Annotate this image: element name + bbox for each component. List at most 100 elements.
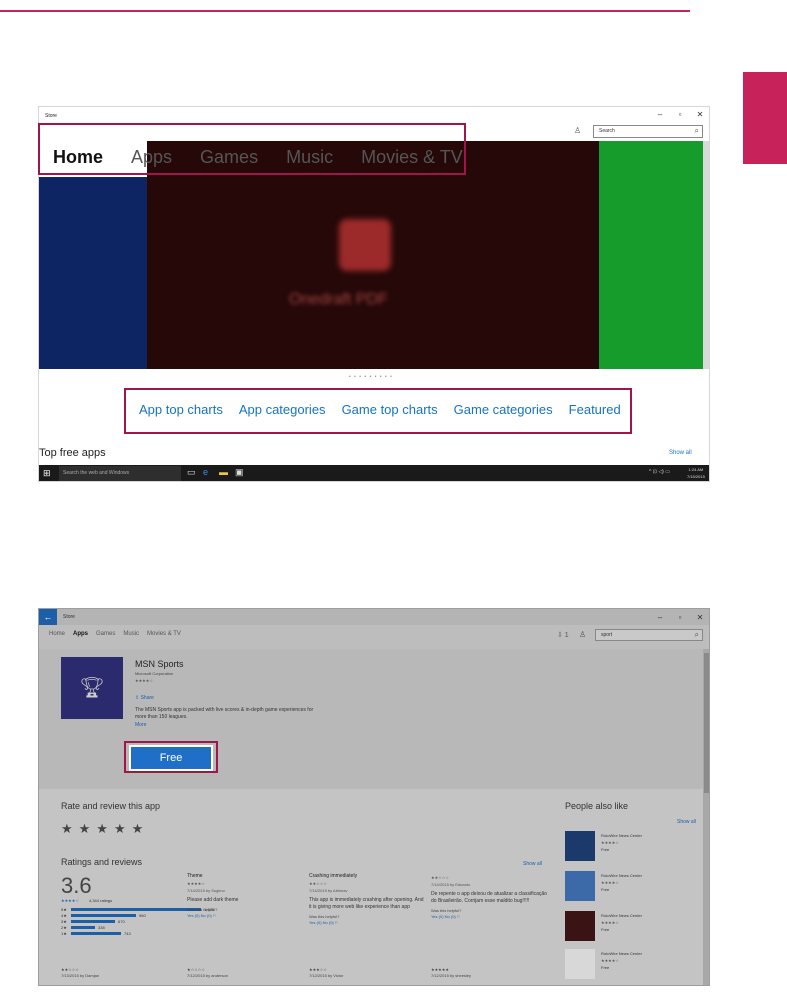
related-app-item[interactable]: RotoWire News Center ★★★★☆ Free — [565, 911, 695, 947]
free-button-highlight-box — [124, 741, 218, 773]
rating-bar-row: 4★ 960 — [61, 913, 146, 918]
store-taskbar-icon[interactable]: ▣ — [235, 467, 244, 478]
review-meta: 7/14/2015 by Sugimo — [187, 888, 225, 893]
search-placeholder: Search — [599, 128, 615, 134]
rating-bar-row: 1★ 743 — [61, 931, 131, 936]
rating-bar — [71, 908, 201, 911]
close-icon[interactable]: ✕ — [693, 613, 707, 622]
titlebar — [39, 609, 709, 625]
rating-bar — [71, 920, 115, 923]
nav-apps[interactable]: Apps — [73, 631, 88, 637]
related-app-price: Free — [601, 965, 610, 970]
related-app-stars: ★★★★☆ — [601, 920, 619, 925]
share-label: Share — [140, 695, 154, 701]
more-link[interactable]: More — [135, 722, 146, 728]
related-app-thumbnail — [565, 831, 595, 861]
back-arrow-icon[interactable]: ← — [39, 609, 57, 625]
account-icon[interactable]: ♙ — [579, 630, 586, 639]
review-meta: 7/12/2015 by sheesley — [431, 973, 472, 978]
review-card: ★★☆☆☆ 7/14/2015 by Eduardo De repente o … — [431, 873, 549, 919]
related-app-item[interactable]: RotoWire News Center ★★★★☆ Free — [565, 949, 695, 985]
rating-bar — [71, 926, 95, 929]
scrollbar-thumb[interactable] — [704, 653, 709, 793]
windows-start-icon[interactable]: ⊞ — [43, 468, 51, 479]
review-card: Theme ★★★★☆ 7/14/2015 by Sugimo Please a… — [187, 873, 305, 918]
show-all-link[interactable]: Show all — [669, 450, 692, 456]
related-app-item[interactable]: RotoWire News Center ★★★★☆ Free — [565, 871, 695, 907]
related-app-stars: ★★★★☆ — [601, 880, 619, 885]
download-icon[interactable]: ⇩ 1 — [557, 631, 569, 639]
carousel-dots[interactable]: • • • • • • • • • — [349, 374, 393, 380]
related-app-thumbnail — [565, 949, 595, 979]
taskbar-search-box[interactable]: Search the web and Windows — [59, 466, 181, 481]
rating-bar-label: 2★ — [61, 925, 67, 930]
nav-highlight-box — [38, 123, 466, 175]
review-body: This app is immediately crashing after o… — [309, 897, 424, 910]
maximize-icon[interactable]: ▫ — [673, 110, 687, 119]
people-also-like-show-all[interactable]: Show all — [677, 819, 696, 825]
review-card-partial: ★★☆☆☆ 7/13/2015 by Damjan — [61, 967, 99, 979]
rating-bar-label: 3★ — [61, 919, 67, 924]
task-view-icon[interactable]: ▭ — [187, 467, 196, 478]
trophy-icon: 🏆︎ — [79, 677, 105, 699]
rating-bar-value: 960 — [139, 913, 146, 918]
hero-left-tile[interactable] — [39, 177, 147, 369]
app-page-screenshot: ← Store – ▫ ✕ Home Apps Games Music Movi… — [38, 608, 710, 986]
related-app-stars: ★★★★☆ — [601, 840, 619, 845]
nav-movies-tv[interactable]: Movies & TV — [147, 631, 181, 637]
related-app-stars: ★★★★☆ — [601, 958, 619, 963]
review-card: Crashing immediately ★★☆☆☆ 7/14/2015 by … — [309, 873, 427, 925]
related-app-price: Free — [601, 887, 610, 892]
review-helpful-prompt: Was this helpful? — [309, 914, 340, 919]
related-app-name: RotoWire News Center — [601, 913, 642, 918]
minimize-icon[interactable]: – — [653, 110, 667, 119]
share-link[interactable]: ⇪ Share — [135, 695, 154, 701]
window-title: Store — [45, 113, 57, 119]
edge-icon[interactable]: e — [203, 467, 208, 477]
reviews-show-all-link[interactable]: Show all — [523, 861, 542, 867]
search-input[interactable]: Search ⌕ — [593, 125, 703, 138]
app-publisher[interactable]: Microsoft Corporation — [135, 671, 173, 676]
rating-bar-value: 670 — [118, 919, 125, 924]
review-vote-links[interactable]: Yes (0) No (0) ⚐ — [431, 914, 549, 919]
system-tray-icons[interactable]: ^ ⊡ ◁) ▭ — [649, 469, 670, 475]
section-title: Top free apps — [39, 447, 106, 459]
hero-right-tile[interactable] — [599, 141, 709, 369]
account-icon[interactable]: ♙ — [574, 126, 581, 135]
rate-stars-input[interactable]: ★★★★★ — [61, 821, 149, 837]
related-app-item[interactable]: RotoWire News Center ★★★★☆ Free — [565, 831, 695, 867]
reviews-section-title: Ratings and reviews — [61, 857, 143, 867]
related-app-name: RotoWire News Center — [601, 873, 642, 878]
app-name: MSN Sports — [135, 659, 184, 669]
maximize-icon[interactable]: ▫ — [673, 613, 687, 622]
nav-home[interactable]: Home — [49, 631, 65, 637]
search-icon[interactable]: ⌕ — [695, 630, 699, 640]
nav-games[interactable]: Games — [96, 631, 115, 637]
review-helpful-prompt: Was this helpful? — [187, 907, 218, 912]
review-meta: 7/13/2015 by Damjan — [61, 973, 100, 978]
store-nav: Home Apps Games Music Movies & TV — [49, 631, 189, 637]
rating-bar-value: 338 — [98, 925, 105, 930]
review-card-partial: ★☆☆☆☆ 7/12/2015 by anderson — [187, 967, 228, 979]
review-card-partial: ★★★☆☆ 7/12/2015 by Victor — [309, 967, 343, 979]
review-stars: ★★☆☆☆ — [431, 875, 449, 880]
search-icon[interactable]: ⌕ — [695, 126, 699, 136]
nav-music[interactable]: Music — [123, 631, 139, 637]
rating-bar-label: 4★ — [61, 913, 67, 918]
review-vote-links[interactable]: Yes (0) No (0) ⚐ — [187, 913, 305, 918]
scrollbar[interactable] — [703, 141, 709, 369]
search-input[interactable]: sport ⌕ — [595, 629, 703, 641]
minimize-icon[interactable]: – — [653, 613, 667, 622]
rating-bar-label: 5★ — [61, 907, 67, 912]
taskbar-clock[interactable]: 1:24 AM 7/15/2015 — [687, 466, 705, 480]
review-helpful-prompt: Was this helpful? — [431, 908, 462, 913]
taskbar-search-placeholder: Search the web and Windows — [63, 470, 130, 476]
featured-app-logo-icon — [339, 219, 391, 271]
review-meta: 7/14/2015 by Abhinav — [309, 888, 348, 893]
rating-bar-row: 3★ 670 — [61, 919, 125, 924]
search-value: sport — [601, 632, 613, 638]
file-explorer-icon[interactable]: ▬ — [219, 467, 228, 477]
window-title: Store — [63, 614, 75, 620]
review-vote-links[interactable]: Yes (0) No (0) ⚐ — [309, 920, 427, 925]
close-icon[interactable]: ✕ — [693, 110, 707, 119]
